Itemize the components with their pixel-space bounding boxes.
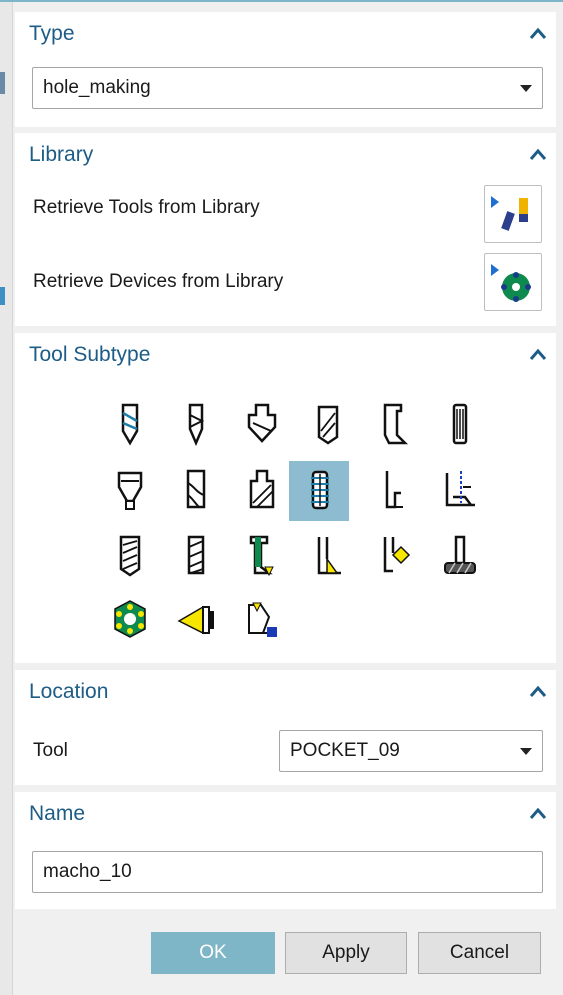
type-dropdown[interactable]: hole_making [32,67,543,109]
name-input[interactable]: macho_10 [32,851,543,893]
counterbore-icon[interactable] [365,395,423,453]
countersink-icon[interactable] [101,461,159,519]
reamer-icon[interactable] [431,395,489,453]
t-cutter-icon[interactable] [431,527,489,585]
dropdown-arrow-icon [520,748,532,755]
boring-bar-icon[interactable] [167,461,225,519]
retrieve-tools-icon [491,196,528,231]
tool-location-label: Tool [33,740,68,761]
back-countersink-icon[interactable] [365,527,423,585]
helix-mill-icon[interactable] [167,527,225,585]
thread-mill-icon[interactable] [101,527,159,585]
tool-location-value: POCKET_09 [290,740,400,761]
location-section: Location Tool POCKET_09 [15,670,556,785]
core-drill-icon[interactable] [299,395,357,453]
barrel-icon[interactable] [101,591,159,649]
tool-location-dropdown[interactable]: POCKET_09 [279,730,543,772]
t-slot-thread-icon[interactable] [431,461,489,519]
retrieve-devices-icon [491,264,531,302]
chamfer-mill-icon[interactable] [233,461,291,519]
back-chamfer-icon[interactable] [299,527,357,585]
retrieve-tools-button[interactable] [484,185,542,243]
tap-icon[interactable] [289,461,349,521]
tool-subtype-section-title: Tool Subtype [29,343,151,366]
library-section: Library Retrieve Tools from Library Retr… [15,133,556,326]
left-window-edge [0,2,13,995]
back-spot-icon[interactable] [233,527,291,585]
dropdown-arrow-icon [520,85,532,92]
collapse-chevron-icon[interactable] [528,26,548,42]
retrieve-devices-button[interactable] [484,253,542,311]
spot-drill-icon[interactable] [101,395,159,453]
soft-tool-icon[interactable] [233,591,291,649]
cancel-button[interactable]: Cancel [418,932,541,974]
collapse-chevron-icon[interactable] [528,684,548,700]
collapse-chevron-icon[interactable] [528,347,548,363]
name-section: Name macho_10 [15,792,556,909]
back-counterbore-icon[interactable] [365,461,423,519]
drill-icon[interactable] [167,395,225,453]
retrieve-tools-label: Retrieve Tools from Library [33,197,260,218]
collapse-chevron-icon[interactable] [528,147,548,163]
apply-button[interactable]: Apply [285,932,407,974]
location-section-title: Location [29,680,109,703]
edge-mark [0,72,5,94]
type-section: Type hole_making [15,12,556,127]
type-section-title: Type [29,22,75,45]
type-dropdown-value: hole_making [43,77,151,98]
collapse-chevron-icon[interactable] [528,806,548,822]
top-accent-line [0,0,563,2]
cone-icon[interactable] [167,591,225,649]
edge-mark [0,287,5,305]
retrieve-devices-label: Retrieve Devices from Library [33,271,284,292]
name-input-value: macho_10 [43,861,132,882]
ok-button[interactable]: OK [151,932,275,974]
tool-subtype-section: Tool Subtype [15,333,556,663]
library-section-title: Library [29,143,94,166]
step-drill-icon[interactable] [233,395,291,453]
name-section-title: Name [29,802,86,825]
